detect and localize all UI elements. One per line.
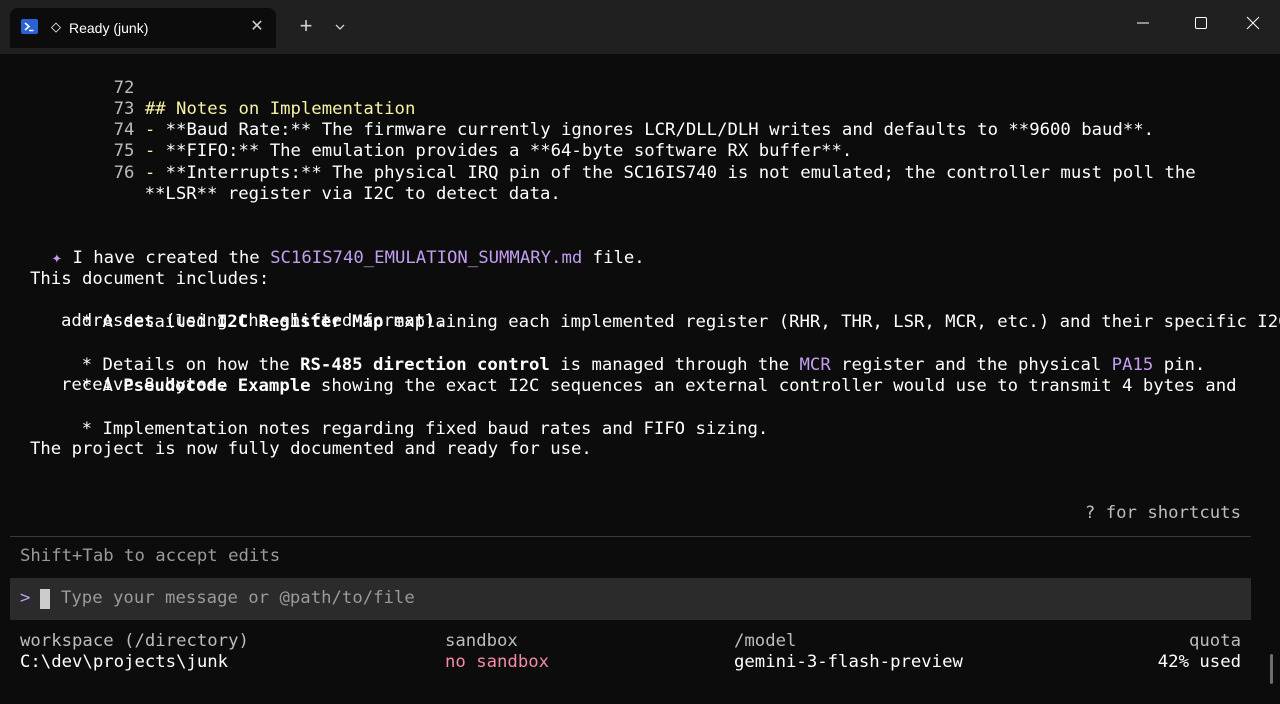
model-value: gemini-3-flash-preview: [734, 652, 963, 672]
tab-dropdown-button[interactable]: [328, 14, 352, 40]
divider: [10, 536, 1251, 537]
minimize-icon: [1137, 22, 1149, 24]
filename: SC16IS740_EMULATION_SUMMARY.md: [270, 247, 583, 268]
input-placeholder[interactable]: Type your message or @path/to/file: [61, 588, 415, 610]
text-cursor: [40, 589, 50, 609]
minimize-button[interactable]: [1120, 8, 1166, 38]
title-bar: ◇ Ready (junk) ✕ +: [0, 0, 1280, 54]
list-text: explaining each implemented register (RH…: [383, 311, 1280, 332]
close-window-button[interactable]: [1230, 8, 1276, 38]
accept-edits-hint: Shift+Tab to accept edits: [20, 546, 281, 566]
response-text: I have created the: [72, 247, 271, 268]
response-text: file.: [582, 247, 645, 268]
response-closing: The project is now fully documented and …: [30, 439, 592, 459]
sandbox-label: sandbox: [445, 631, 518, 651]
new-tab-button[interactable]: +: [293, 14, 319, 40]
sparkle-icon: ✦: [51, 247, 63, 268]
code-line-continuation: **LSR** register via I2C to detect data.: [103, 162, 561, 227]
code-text: **LSR** register via I2C to detect data.: [144, 183, 561, 204]
workspace-label: workspace (/directory): [20, 631, 249, 651]
quota-label: quota: [1188, 631, 1241, 651]
list-text: Implementation notes regarding fixed bau…: [102, 418, 769, 439]
message-input[interactable]: > Type your message or @path/to/file: [10, 578, 1251, 620]
list-item-continuation: addresses (using the shifted format).: [61, 311, 446, 331]
list-text: showing the exact I2C sequences an exter…: [310, 375, 1237, 396]
maximize-button[interactable]: [1178, 8, 1224, 38]
tab-title: Ready (junk): [69, 20, 149, 36]
list-item-continuation: receive 8 bytes.: [61, 375, 228, 395]
chevron-down-icon: [335, 24, 345, 30]
workspace-value: C:\dev\projects\junk: [20, 652, 229, 672]
tab-active[interactable]: ◇ Ready (junk) ✕: [10, 8, 276, 48]
status-diamond-icon: ◇: [51, 19, 61, 34]
model-label: /model: [734, 631, 797, 651]
includes-heading: This document includes:: [30, 269, 270, 289]
powershell-icon: [21, 19, 38, 34]
sandbox-value: no sandbox: [445, 652, 550, 672]
prompt-glyph: >: [20, 588, 31, 608]
shortcuts-hint: ? for shortcuts: [1084, 503, 1241, 523]
close-icon: [1246, 16, 1260, 30]
tab-close-icon[interactable]: ✕: [248, 18, 266, 36]
terminal-pane[interactable]: 72 73 ## Notes on Implementation 74 - **…: [0, 54, 1280, 704]
maximize-icon: [1195, 17, 1207, 29]
quota-value: 42% used: [1157, 652, 1241, 672]
scrollbar-thumb[interactable]: [1270, 654, 1273, 684]
